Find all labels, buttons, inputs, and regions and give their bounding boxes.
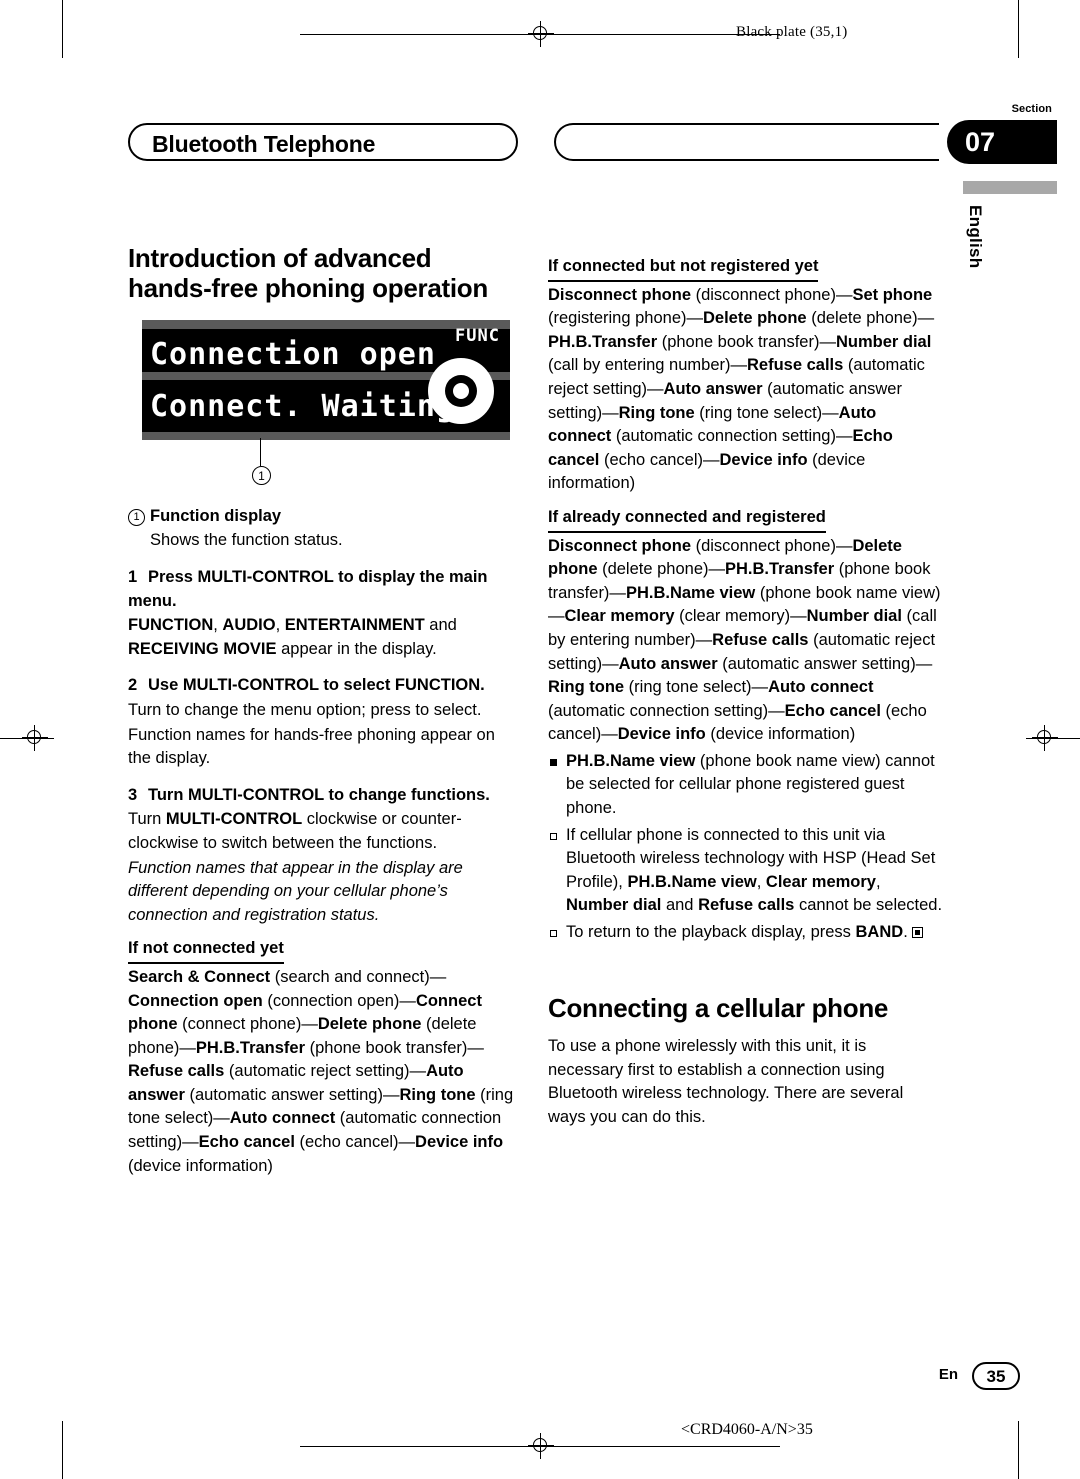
note-item-3: To return to the playback display, press… <box>548 921 944 945</box>
not-connected-heading: If not connected yet <box>128 937 284 964</box>
lcd-func-label: FUNC <box>455 325 500 346</box>
gray-accent-bar <box>963 181 1057 194</box>
step-1-body: FUNCTION, AUDIO, ENTERTAINMENT and RECEI… <box>128 616 457 658</box>
section-2-body: To use a phone wirelessly with this unit… <box>548 1037 904 1126</box>
crop-mark-left-bottom <box>62 1421 63 1479</box>
section-label: Section <box>1011 103 1052 115</box>
left-column: Introduction of advanced hands-free phon… <box>128 243 518 1178</box>
running-head-pill-right <box>554 123 939 161</box>
already-connected-chain: Disconnect phone (disconnect phone)—Dele… <box>548 536 941 744</box>
already-connected-heading: If already connected and registered <box>548 506 826 533</box>
connected-not-registered-chain: Disconnect phone (disconnect phone)—Set … <box>548 285 935 493</box>
registration-mark-top <box>528 21 554 47</box>
registration-mark-right <box>1032 725 1058 751</box>
step-3-body-1: Turn MULTI-CONTROL clockwise or counter-… <box>128 810 462 852</box>
lcd-screen: FUNC Connection open Connect. Waiting <box>142 319 510 440</box>
note-item-2: If cellular phone is connected to this u… <box>548 824 944 918</box>
note-item-1: PH.B.Name view (phone book name view) ca… <box>548 750 944 821</box>
crop-mark-right-top <box>1018 0 1019 58</box>
callout-item-title: 1 Function display <box>128 505 518 529</box>
footer-page-number: 35 <box>972 1362 1020 1390</box>
footer-doc-code: <CRD4060-A/N>35 <box>681 1421 813 1438</box>
footer-language: En <box>938 1366 958 1383</box>
not-connected-chain: Search & Connect (search and connect)—Co… <box>128 967 514 1175</box>
callout-item-desc: Shows the function status. <box>150 531 343 550</box>
lcd-line-1: Connection open <box>150 336 436 372</box>
page-title: Introduction of advanced hands-free phon… <box>128 243 488 304</box>
lcd-line-2: Connect. Waiting <box>150 388 455 424</box>
callout-inline-number: 1 <box>128 508 145 526</box>
step-3-body-2: Function names that appear in the displa… <box>128 858 463 924</box>
step-2-body-1: Turn to change the menu option; press to… <box>128 700 482 719</box>
step-2-body-2: Function names for hands-free phoning ap… <box>128 725 495 768</box>
crop-mark-right-bottom <box>1018 1421 1019 1479</box>
already-connected-heading-wrap: If already connected and registered <box>548 506 944 534</box>
crop-mark-left-top <box>62 0 63 58</box>
multi-control-knob-icon <box>428 357 494 424</box>
registration-mark-left <box>22 725 48 751</box>
connected-not-registered-heading: If connected but not registered yet <box>548 255 819 282</box>
end-of-note-marker <box>911 927 923 939</box>
not-connected-heading-wrap: If not connected yet <box>128 937 518 965</box>
running-head-pill: Bluetooth Telephone <box>128 123 518 161</box>
black-plate-label: Black plate (35,1) <box>736 24 848 40</box>
step-2-title: 2 Use MULTI-CONTROL to select FUNCTION. <box>128 676 485 695</box>
running-head-text: Bluetooth Telephone <box>152 131 376 157</box>
section-2-title: Connecting a cellular phone <box>548 992 889 1023</box>
step-3-title: 3 Turn MULTI-CONTROL to change functions. <box>128 785 490 804</box>
registration-mark-bottom <box>528 1433 554 1459</box>
lcd-illustration: FUNC Connection open Connect. Waiting 1 <box>142 319 522 485</box>
section-number-badge: 07 <box>947 120 1057 164</box>
right-column: If connected but not registered yet Disc… <box>548 243 944 1129</box>
language-tab: English <box>966 205 985 269</box>
connected-not-registered-heading-wrap: If connected but not registered yet <box>548 255 944 283</box>
callout-leader-line <box>260 437 261 466</box>
callout-number-1: 1 <box>252 465 271 485</box>
step-1-title: 1 Press MULTI-CONTROL to display the main… <box>128 568 488 610</box>
